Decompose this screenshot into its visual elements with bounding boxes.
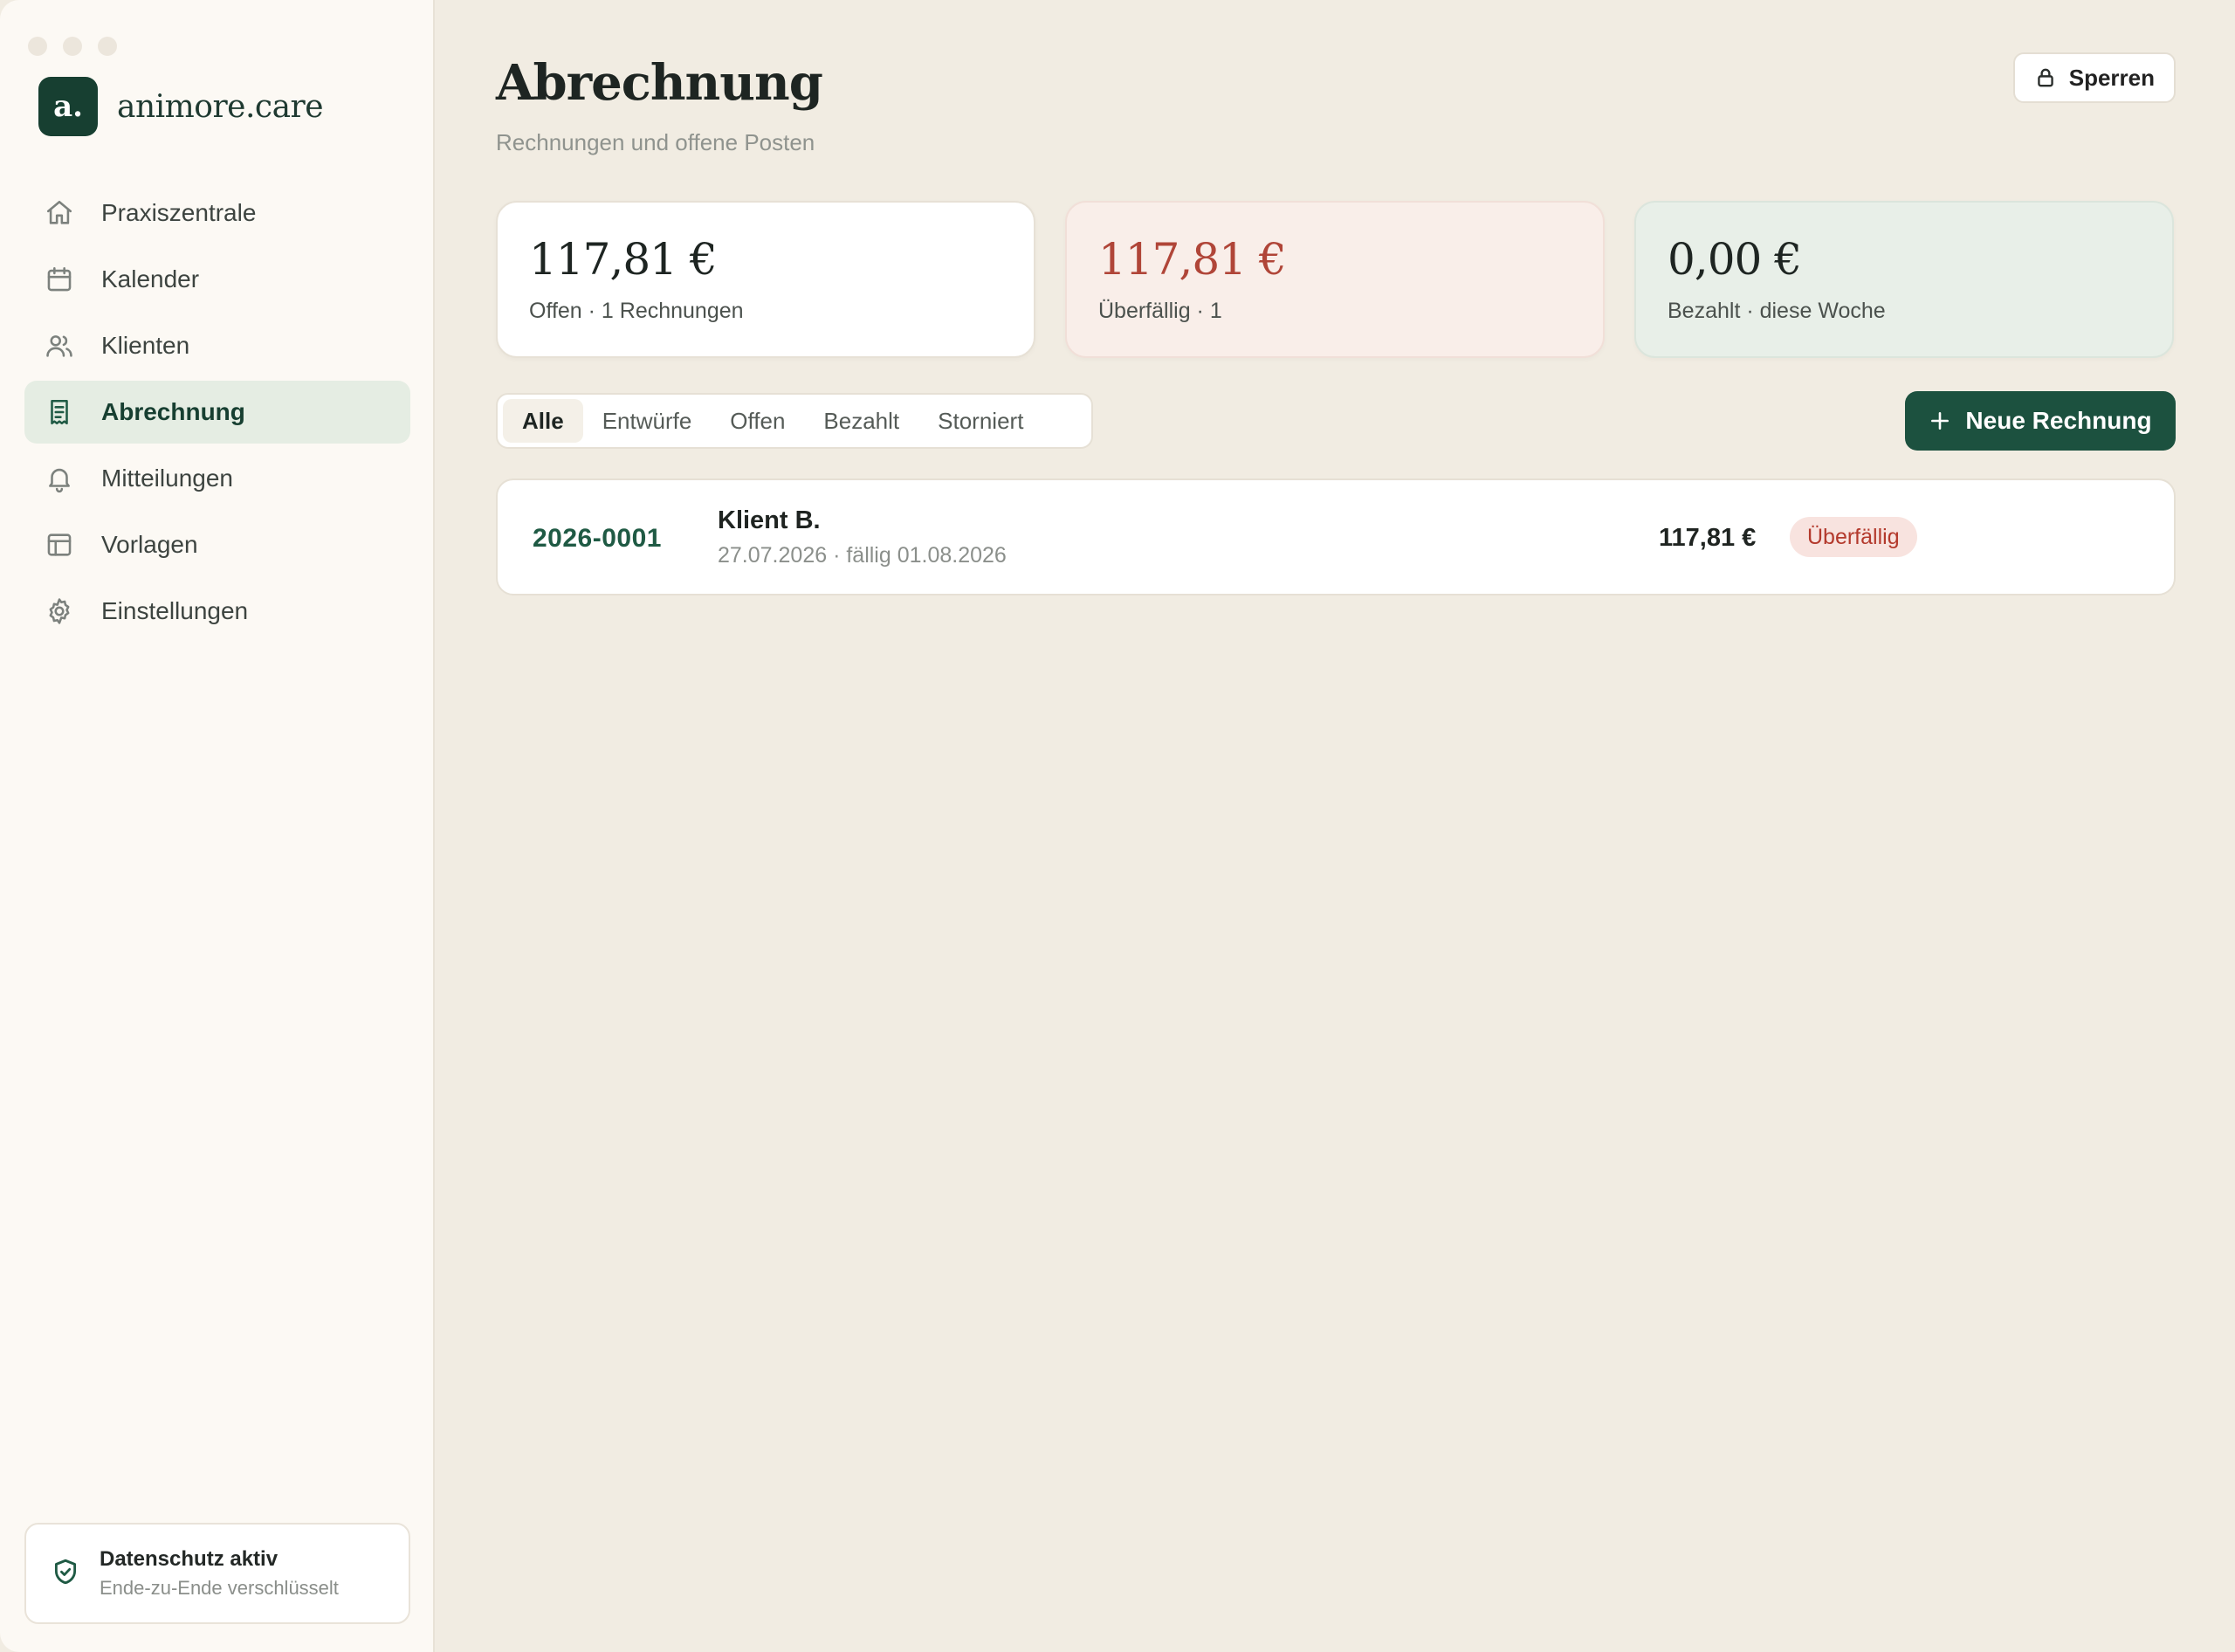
paid-label: Bezahlt · diese Woche (1668, 299, 1886, 323)
home-icon (44, 197, 75, 229)
invoice-client: Klient B. (718, 506, 821, 534)
open-label: Offen · 1 Rechnungen (529, 299, 744, 323)
sidebar-item-label: Mitteilungen (101, 465, 233, 492)
brand-name: animore.care (117, 88, 324, 125)
overdue-label: Überfällig · 1 (1098, 299, 1222, 323)
privacy-subtitle: Ende-zu-Ende verschlüsselt (100, 1577, 339, 1599)
sidebar: a. animore.care Praxiszentrale Kalender (0, 0, 435, 1652)
lock-button[interactable]: Sperren (2012, 52, 2176, 103)
sidebar-item-label: Klienten (101, 332, 190, 359)
tab-entwuerfe[interactable]: Entwürfe (583, 399, 712, 443)
window-zoom-button[interactable] (98, 37, 117, 56)
page-subtitle: Rechnungen und offene Posten (496, 129, 815, 155)
template-icon (44, 529, 75, 561)
sidebar-item-label: Vorlagen (101, 531, 198, 558)
window-minimize-button[interactable] (63, 37, 82, 56)
paid-amount: 0,00 € (1668, 234, 1802, 285)
sidebar-nav: Praxiszentrale Kalender Klienten Abrechn… (24, 182, 410, 646)
page-title: Abrechnung (496, 54, 823, 112)
window-controls (28, 37, 117, 56)
overdue-amount: 117,81 € (1098, 234, 1287, 285)
lock-icon (2037, 68, 2053, 87)
tab-bezahlt[interactable]: Bezahlt (804, 399, 918, 443)
sidebar-item-label: Abrechnung (101, 398, 245, 425)
invoice-number: 2026-0001 (533, 524, 662, 553)
sidebar-item-label: Praxiszentrale (101, 199, 257, 226)
status-badge: Überfällig (1790, 517, 1917, 557)
bell-icon (44, 463, 75, 494)
tab-storniert[interactable]: Storniert (918, 399, 1042, 443)
sidebar-item-label: Einstellungen (101, 597, 249, 624)
summary-cards: 117,81 € Offen · 1 Rechnungen 117,81 € Ü… (496, 201, 2174, 358)
tab-alle[interactable]: Alle (503, 399, 583, 443)
plus-icon (1931, 412, 1950, 430)
new-invoice-label: Neue Rechnung (1965, 407, 2152, 434)
sidebar-item-label: Kalender (101, 265, 200, 293)
lock-button-label: Sperren (2068, 64, 2155, 91)
window-close-button[interactable] (28, 37, 47, 56)
sidebar-item-klienten[interactable]: Klienten (24, 314, 410, 377)
invoice-amount: 117,81 € (1659, 524, 1757, 552)
summary-card-open: 117,81 € Offen · 1 Rechnungen (496, 201, 1035, 358)
privacy-status-card: Datenschutz aktiv Ende-zu-Ende verschlüs… (24, 1523, 410, 1624)
calendar-icon (44, 264, 75, 295)
invoice-dates: 27.07.2026 · fällig 01.08.2026 (718, 543, 1007, 568)
summary-card-overdue: 117,81 € Überfällig · 1 (1065, 201, 1605, 358)
users-icon (44, 330, 75, 361)
brand[interactable]: a. animore.care (38, 77, 324, 136)
invoice-row[interactable]: 2026-0001 Klient B. 27.07.2026 · fällig … (496, 478, 2176, 595)
tab-offen[interactable]: Offen (711, 399, 804, 443)
sidebar-item-kalender[interactable]: Kalender (24, 248, 410, 311)
main-content: Abrechnung Rechnungen und offene Posten … (435, 0, 2235, 1652)
receipt-icon (44, 396, 75, 428)
gear-icon (44, 595, 75, 627)
privacy-title: Datenschutz aktiv (100, 1547, 279, 1571)
filter-tabs: Alle Entwürfe Offen Bezahlt Storniert (496, 393, 1093, 449)
sidebar-item-vorlagen[interactable]: Vorlagen (24, 513, 410, 576)
open-amount: 117,81 € (529, 234, 718, 285)
sidebar-item-mitteilungen[interactable]: Mitteilungen (24, 447, 410, 510)
summary-card-paid: 0,00 € Bezahlt · diese Woche (1634, 201, 2174, 358)
sidebar-item-einstellungen[interactable]: Einstellungen (24, 580, 410, 643)
sidebar-item-praxiszentrale[interactable]: Praxiszentrale (24, 182, 410, 244)
app-window: a. animore.care Praxiszentrale Kalender (0, 0, 2235, 1652)
new-invoice-button[interactable]: Neue Rechnung (1905, 391, 2176, 451)
brand-logo: a. (38, 77, 98, 136)
shield-check-icon (51, 1557, 80, 1591)
sidebar-item-abrechnung[interactable]: Abrechnung (24, 381, 410, 444)
